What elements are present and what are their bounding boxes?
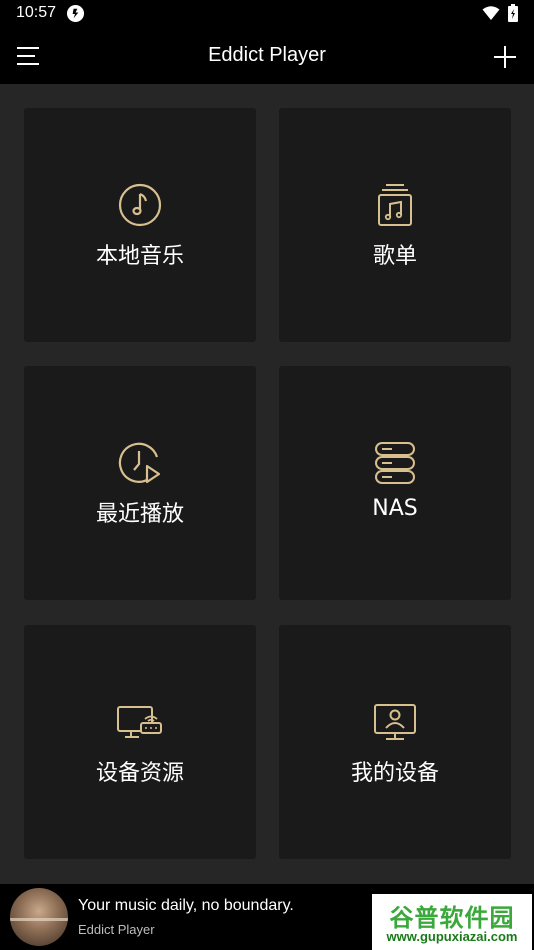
mini-player-title: Your music daily, no boundary. <box>78 897 294 914</box>
add-icon[interactable] <box>492 44 518 70</box>
recent-play-icon <box>118 442 161 484</box>
tile-label: 我的设备 <box>350 761 439 786</box>
device-resource-icon <box>117 706 162 738</box>
tile-label: 歌单 <box>372 244 417 269</box>
mini-player[interactable]: Your music daily, no boundary. Eddict Pl… <box>0 884 534 950</box>
watermark-text: 谷普软件园 <box>389 904 515 932</box>
tile-nas[interactable]: NAS <box>279 366 511 600</box>
nas-server-icon <box>375 442 415 484</box>
mini-player-subtitle: Eddict Player <box>78 922 155 937</box>
status-time: 10:57 <box>16 4 57 21</box>
my-device-icon <box>374 704 416 740</box>
album-art[interactable] <box>10 888 68 946</box>
app-bar: Eddict Player <box>0 28 534 84</box>
tile-my-devices[interactable]: 我的设备 <box>279 625 511 859</box>
wifi-icon <box>482 6 500 20</box>
feature-grid: 本地音乐 歌单 最近播放 NAS 设备资源 我的设备 <box>0 84 534 884</box>
app-title: Eddict Player <box>208 44 326 66</box>
music-note-icon <box>118 183 162 227</box>
tile-label: NAS <box>372 496 418 521</box>
tile-recent-play[interactable]: 最近播放 <box>24 366 256 600</box>
app-notification-icon <box>66 4 85 23</box>
tile-label: 本地音乐 <box>95 244 184 269</box>
tile-label: 设备资源 <box>95 761 184 786</box>
battery-icon <box>508 4 518 22</box>
playlist-icon <box>378 184 412 226</box>
watermark-url: www.gupuxiazai.com <box>386 929 518 944</box>
tile-device-resources[interactable]: 设备资源 <box>24 625 256 859</box>
watermark: 谷普软件园 www.gupuxiazai.com <box>372 894 532 950</box>
tile-playlist[interactable]: 歌单 <box>279 108 511 342</box>
tile-local-music[interactable]: 本地音乐 <box>24 108 256 342</box>
tile-label: 最近播放 <box>95 502 184 527</box>
status-bar: 10:57 <box>0 0 534 28</box>
